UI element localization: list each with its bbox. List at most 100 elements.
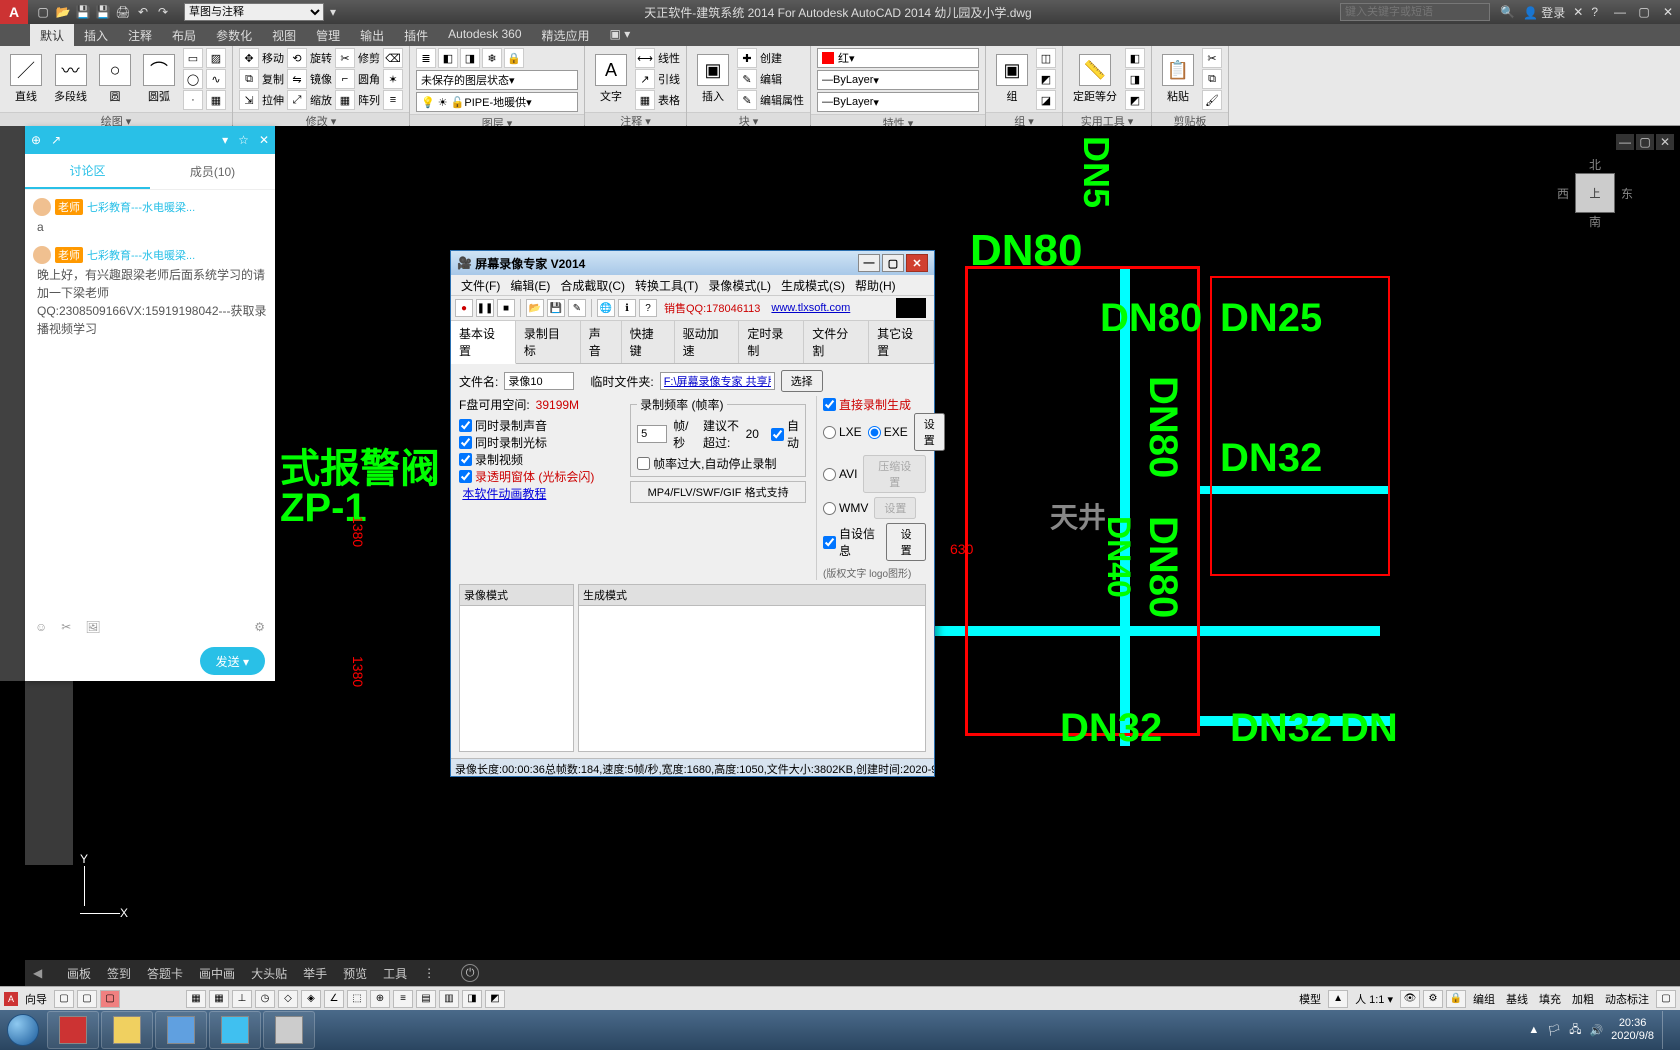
- explode-icon[interactable]: ✶: [383, 69, 403, 89]
- tab-addins[interactable]: 插件: [394, 24, 438, 46]
- tab-target[interactable]: 录制目标: [516, 321, 581, 363]
- layer-current-combo[interactable]: 💡 ☀ 🔓 PIPE-地暖供 ▾: [416, 92, 578, 112]
- screen-recorder-dialog[interactable]: 🎥 屏幕录像专家 V2014 — ▢ ✕ 文件(F) 编辑(E) 合成截取(C)…: [450, 250, 935, 777]
- layeriso-icon[interactable]: ◨: [460, 48, 480, 68]
- fillet-icon[interactable]: ⌐: [335, 69, 355, 89]
- osnap-toggle[interactable]: ◇: [278, 990, 298, 1008]
- erase-icon[interactable]: ⌫: [383, 48, 403, 68]
- tab-featured[interactable]: 精选应用: [532, 24, 600, 46]
- viewcube-south[interactable]: 南: [1589, 213, 1601, 230]
- text-button[interactable]: A文字: [591, 52, 631, 106]
- show-desktop-button[interactable]: [1662, 1011, 1670, 1049]
- tutorial-link[interactable]: 本软件动画教程: [462, 487, 546, 501]
- generate-mode-area[interactable]: [579, 606, 925, 751]
- model-space-label[interactable]: 模型: [1295, 991, 1325, 1007]
- chat-popout-icon[interactable]: ↗: [51, 133, 61, 147]
- viewcube-west[interactable]: 西: [1557, 185, 1569, 202]
- rec-close-button[interactable]: ✕: [906, 254, 928, 272]
- tab-split[interactable]: 文件分割: [804, 321, 869, 363]
- chk-direct-record[interactable]: 直接录制生成: [823, 396, 926, 413]
- tab-hotkey[interactable]: 快捷键: [622, 321, 675, 363]
- am-toggle[interactable]: ◩: [485, 990, 505, 1008]
- task-autocad[interactable]: [47, 1011, 99, 1049]
- close-button[interactable]: ✕: [1656, 0, 1680, 24]
- send-button[interactable]: 发送 ▾: [200, 647, 265, 675]
- ducs-toggle[interactable]: ⬚: [347, 990, 367, 1008]
- selfinfo-settings-button[interactable]: 设置: [886, 523, 926, 561]
- point-icon[interactable]: ·: [183, 90, 203, 110]
- tab-output[interactable]: 输出: [350, 24, 394, 46]
- viewcube-east[interactable]: 东: [1621, 185, 1633, 202]
- help-search[interactable]: [1340, 3, 1490, 21]
- appbar-board[interactable]: 画板: [67, 965, 91, 982]
- qat-redo-icon[interactable]: ↷: [154, 3, 172, 21]
- create-block-icon[interactable]: ✚: [737, 48, 757, 68]
- qat-undo-icon[interactable]: ↶: [134, 3, 152, 21]
- tb-info-icon[interactable]: ℹ: [618, 299, 636, 317]
- snap-toggle[interactable]: ▦: [186, 990, 206, 1008]
- arc-button[interactable]: ⌒圆弧: [139, 52, 179, 106]
- tab-manage[interactable]: 管理: [306, 24, 350, 46]
- appbar-signin[interactable]: 签到: [107, 965, 131, 982]
- recorder-title-bar[interactable]: 🎥 屏幕录像专家 V2014 — ▢ ✕: [451, 251, 934, 275]
- task-cloud[interactable]: [209, 1011, 261, 1049]
- app-logo-icon[interactable]: A: [0, 0, 28, 24]
- menu-recmode[interactable]: 录像模式(L): [704, 277, 775, 293]
- ungroup-icon[interactable]: ◫: [1036, 48, 1056, 68]
- chk-selfinfo[interactable]: 自设信息: [823, 525, 880, 559]
- filename-input[interactable]: [504, 372, 574, 390]
- acad-logo-icon[interactable]: A: [4, 992, 18, 1006]
- offset-icon[interactable]: ≡: [383, 90, 403, 110]
- clean-screen-icon[interactable]: ▢: [1656, 990, 1676, 1008]
- paste-button[interactable]: 📋粘贴: [1158, 52, 1198, 106]
- framerate-input[interactable]: [637, 425, 667, 443]
- chat-min-icon[interactable]: ▾: [222, 133, 228, 147]
- rect-icon[interactable]: ▭: [183, 48, 203, 68]
- ortho-toggle[interactable]: ⊥: [232, 990, 252, 1008]
- spline-icon[interactable]: ∿: [206, 69, 226, 89]
- doc-minimize-button[interactable]: —: [1616, 134, 1634, 150]
- scale-label[interactable]: 人 1:1 ▾: [1351, 991, 1397, 1007]
- lwt-toggle[interactable]: ≡: [393, 990, 413, 1008]
- linetype-combo[interactable]: — ByLayer ▾: [817, 92, 979, 112]
- trim-icon[interactable]: ✂: [335, 48, 355, 68]
- chk-auto-framerate[interactable]: 自动: [771, 417, 799, 451]
- doc-close-button[interactable]: ✕: [1656, 134, 1674, 150]
- tab-accel[interactable]: 驱动加速: [675, 321, 740, 363]
- dim-linear-icon[interactable]: ⟷: [635, 48, 655, 68]
- maximize-button[interactable]: ▢: [1632, 0, 1656, 24]
- tab-other[interactable]: 其它设置: [869, 321, 934, 363]
- taskbar-clock[interactable]: 20:362020/9/8: [1611, 1017, 1654, 1043]
- table-icon[interactable]: ▦: [635, 90, 655, 110]
- bold-label[interactable]: 加粗: [1568, 991, 1598, 1007]
- tab-default[interactable]: 默认: [30, 24, 74, 46]
- signin-button[interactable]: 👤 登录: [1523, 4, 1565, 21]
- tb-edit-icon[interactable]: ✎: [568, 299, 586, 317]
- tray-flag-icon[interactable]: 🏳: [1547, 1024, 1561, 1037]
- annovis-icon[interactable]: 👁: [1400, 990, 1420, 1008]
- edit-attr-icon[interactable]: ✎: [737, 90, 757, 110]
- minimize-button[interactable]: —: [1608, 0, 1632, 24]
- tb-help-icon[interactable]: ?: [639, 299, 657, 317]
- task-help[interactable]: [155, 1011, 207, 1049]
- scissors-icon[interactable]: ✂: [61, 620, 71, 634]
- layout2-button[interactable]: ▢: [100, 990, 120, 1008]
- image-icon[interactable]: 🖼: [85, 620, 100, 634]
- tb-stop-icon[interactable]: ■: [497, 299, 515, 317]
- chat-pin-icon[interactable]: ☆: [238, 133, 249, 147]
- tab-timer[interactable]: 定时录制: [739, 321, 804, 363]
- tb-save-icon[interactable]: 💾: [547, 299, 565, 317]
- radio-wmv[interactable]: WMV: [823, 501, 868, 515]
- model-button[interactable]: ▢: [54, 990, 74, 1008]
- qat-open-icon[interactable]: 📂: [54, 3, 72, 21]
- measure-button[interactable]: 📏定距等分: [1069, 52, 1121, 106]
- website-link[interactable]: www.tlxsoft.com: [771, 302, 850, 314]
- dyn-toggle[interactable]: ⊕: [370, 990, 390, 1008]
- line-button[interactable]: ／直线: [6, 52, 46, 106]
- qat-print-icon[interactable]: 🖨: [114, 3, 132, 21]
- util3-icon[interactable]: ◩: [1125, 90, 1145, 110]
- insert-block-button[interactable]: ▣插入: [693, 52, 733, 106]
- menu-compose[interactable]: 合成截取(C): [556, 277, 629, 293]
- menu-file[interactable]: 文件(F): [457, 277, 504, 293]
- menu-convert[interactable]: 转换工具(T): [631, 277, 702, 293]
